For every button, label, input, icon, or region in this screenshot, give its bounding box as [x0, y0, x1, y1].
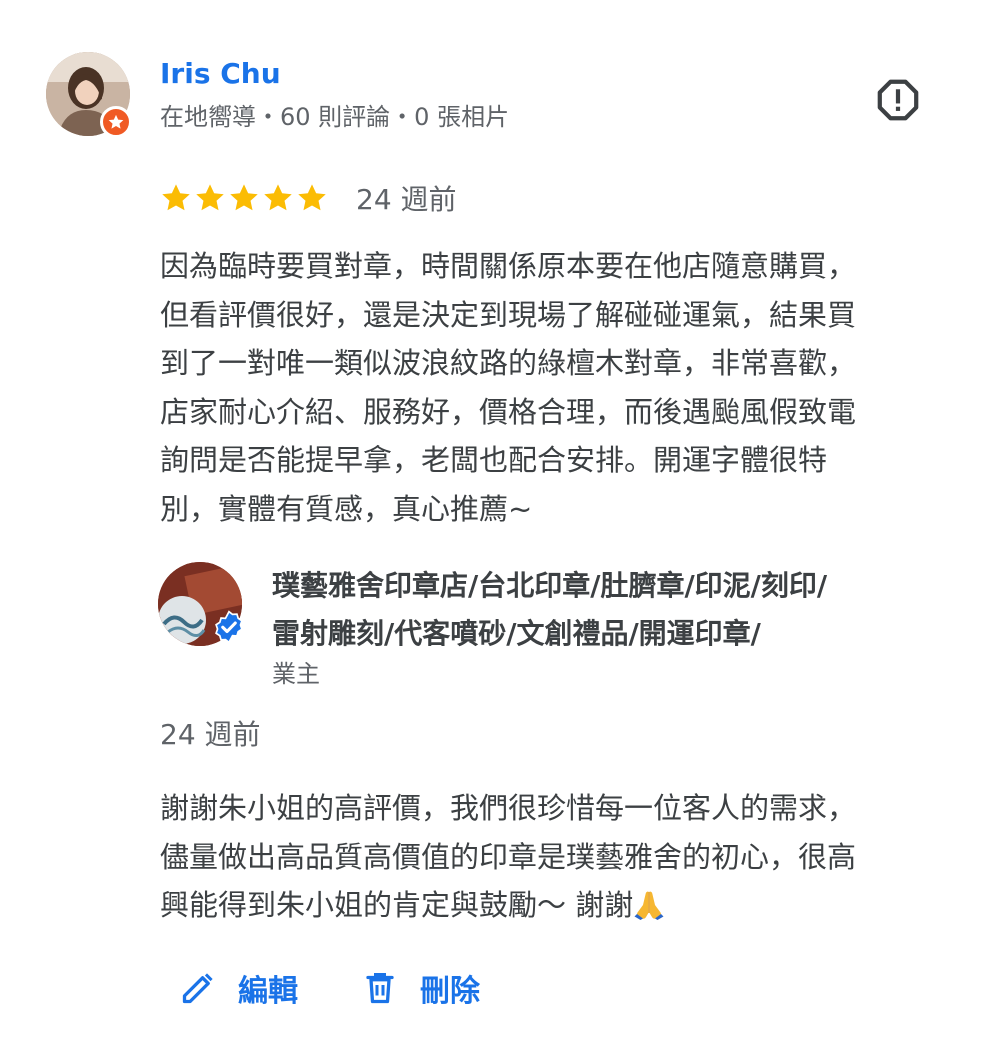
star-icon	[162, 184, 190, 211]
reply-text-line: 興能得到朱小姐的肯定與鼓勵～ 謝謝	[160, 881, 960, 930]
reviewer-name[interactable]: Iris Chu	[160, 56, 281, 92]
review-text-line: 詢問是否能提早拿，老闆也配合安排。開運字體很特	[160, 443, 828, 477]
local-guide-star-icon	[108, 114, 124, 129]
reply-date: 24 週前	[160, 718, 261, 751]
review-text-line: 別，實體有質感，真心推薦~	[160, 491, 533, 526]
reply-text-line-content: 興能得到朱小姐的肯定與鼓勵～ 謝謝	[160, 888, 634, 922]
delete-label: 刪除	[420, 974, 480, 1009]
trash-icon	[360, 968, 400, 1008]
reply-text-line: 儘量做出高品質高價值的印章是璞藝雅舍的初心，很高	[160, 839, 857, 874]
edit-label: 編輯	[238, 974, 298, 1009]
owner-name-line: 璞藝雅舍印章店/台北印章/肚臍章/印泥/刻印/	[272, 569, 828, 602]
report-flag-icon	[877, 79, 919, 121]
star-icon	[196, 184, 224, 211]
owner-name-line: 雷射雕刻/代客噴砂/文創禮品/開運印章/	[272, 617, 761, 650]
owner-label: 業主	[272, 660, 320, 688]
owner-business-name[interactable]: 璞藝雅舍印章店/台北印章/肚臍章/印泥/刻印/ 雷射雕刻/代客噴砂/文創禮品/開…	[272, 562, 827, 658]
star-rating	[160, 182, 328, 214]
local-guide-badge	[100, 106, 132, 138]
review-date: 24 週前	[356, 183, 457, 216]
report-review-button[interactable]	[870, 72, 926, 128]
rating-row: 24 週前	[160, 176, 457, 220]
reviewer-meta: 在地嚮導・60 則評論・0 張相片	[160, 103, 510, 131]
pencil-icon	[178, 968, 218, 1008]
star-icon	[264, 184, 292, 211]
edit-button[interactable]: 編輯	[178, 962, 298, 1014]
review-text-line: 店家耐心介紹、服務好，價格合理，而後遇颱風假致電	[160, 394, 857, 429]
reviewer-avatar[interactable]	[46, 52, 132, 138]
star-icon	[298, 184, 326, 211]
folded-hands-emoji	[634, 891, 664, 920]
review-text: 因為臨時要買對章，時間關係原本要在他店隨意購買， 但看評價很好，還是決定到現場了…	[160, 242, 960, 533]
review-text-line: 但看評價很好，還是決定到現場了解碰碰運氣，結果買	[160, 297, 857, 332]
review-text-line: 到了一對唯一類似波浪紋路的綠檀木對章，非常喜歡，	[160, 346, 857, 380]
delete-button[interactable]: 刪除	[360, 962, 480, 1014]
reply-text: 謝謝朱小姐的高評價，我們很珍惜每一位客人的需求， 儘量做出高品質高價值的印章是璞…	[160, 784, 960, 930]
owner-avatar[interactable]	[158, 562, 243, 646]
star-icon	[230, 184, 258, 211]
reply-text-line: 謝謝朱小姐的高評價，我們很珍惜每一位客人的需求，	[160, 791, 857, 825]
verified-check-icon	[215, 610, 243, 644]
review-text-line: 因為臨時要買對章，時間關係原本要在他店隨意購買，	[160, 249, 857, 283]
